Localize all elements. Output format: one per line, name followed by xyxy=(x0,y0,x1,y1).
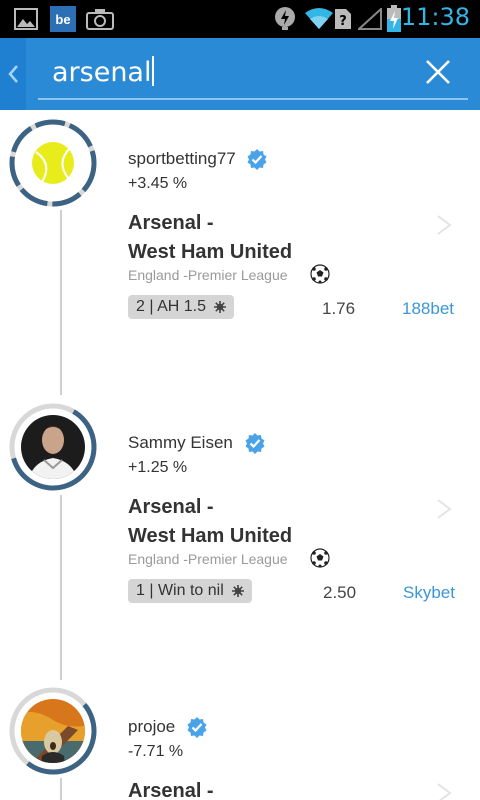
status-bar: be ? 11:38 xyxy=(0,0,480,38)
timeline-line xyxy=(60,778,62,800)
match-title[interactable]: Arsenal - West Ham United xyxy=(128,209,292,267)
username[interactable]: projoe xyxy=(128,717,175,736)
chevron-right-icon[interactable] xyxy=(436,498,452,520)
player-photo-avatar[interactable] xyxy=(8,402,98,492)
match-line-1: Arsenal - xyxy=(128,780,214,800)
gear-icon xyxy=(232,585,245,597)
match-line-1: Arsenal - xyxy=(128,212,214,234)
roi-value: +1.25 % xyxy=(128,459,188,476)
search-box[interactable]: arsenal xyxy=(26,38,480,110)
odds-value: 2.50 xyxy=(323,583,357,602)
bet-label: 1 | Win to nil xyxy=(136,582,224,599)
match-title[interactable]: Arsenal - West Ham United xyxy=(128,493,292,551)
close-icon[interactable] xyxy=(424,58,452,86)
chevron-right-icon[interactable] xyxy=(436,214,452,236)
username[interactable]: Sammy Eisen xyxy=(128,433,233,452)
match-line-1: Arsenal - xyxy=(128,496,214,518)
bet-pill[interactable]: 2 | AH 1.5 xyxy=(128,295,235,319)
match-title[interactable]: Arsenal - xyxy=(128,777,214,800)
bet-label: 2 | AH 1.5 xyxy=(136,298,206,315)
league-label: England -Premier League xyxy=(128,267,288,283)
tipster-row[interactable]: sportbetting77 xyxy=(128,148,268,170)
svg-text:?: ? xyxy=(339,14,347,29)
svg-text:be: be xyxy=(55,12,70,27)
tipster-row[interactable]: Sammy Eisen xyxy=(128,432,266,454)
verified-badge-icon xyxy=(245,433,265,454)
scream-painting-avatar[interactable] xyxy=(8,686,98,776)
action-bar: arsenal xyxy=(0,38,480,110)
notification-icon xyxy=(275,7,295,30)
timeline-line xyxy=(60,495,62,680)
match-line-2: West Ham United xyxy=(128,525,293,547)
bet-pill[interactable]: 1 | Win to nil xyxy=(128,579,253,603)
sim-unknown-icon: ? xyxy=(335,9,351,29)
odds-value: 1.76 xyxy=(322,299,356,318)
clock: 11:38 xyxy=(400,3,470,31)
search-input[interactable]: arsenal xyxy=(52,56,155,88)
bookmaker-link[interactable]: 188bet xyxy=(402,299,454,319)
image-icon xyxy=(14,8,38,30)
camera-icon xyxy=(86,9,114,30)
text-cursor xyxy=(152,56,155,86)
tennis-ball-avatar[interactable] xyxy=(8,118,98,208)
battery-charging-icon xyxy=(387,5,401,32)
tips-feed[interactable]: sportbetting77 +3.45 % Arsenal - West Ha… xyxy=(0,110,480,800)
roi-value: -7.71 % xyxy=(128,743,184,760)
signal-icon xyxy=(358,8,382,30)
football-icon xyxy=(310,264,330,284)
username[interactable]: sportbetting77 xyxy=(128,149,236,168)
match-line-2: West Ham United xyxy=(128,241,293,263)
verified-badge-icon xyxy=(187,717,207,738)
timeline-line xyxy=(60,210,62,395)
bookmaker-link[interactable]: Skybet xyxy=(403,583,455,603)
verified-badge-icon xyxy=(247,149,267,170)
back-button[interactable] xyxy=(0,38,26,110)
wifi-icon xyxy=(305,8,333,29)
gear-icon xyxy=(214,301,227,313)
football-icon xyxy=(310,548,330,568)
league-label: England -Premier League xyxy=(128,551,288,567)
search-underline xyxy=(38,98,468,100)
roi-value: +3.45 % xyxy=(128,175,188,192)
chevron-left-icon xyxy=(8,65,18,83)
chevron-right-icon[interactable] xyxy=(436,782,452,800)
tipster-row[interactable]: projoe xyxy=(128,716,208,738)
behance-icon: be xyxy=(50,6,76,32)
